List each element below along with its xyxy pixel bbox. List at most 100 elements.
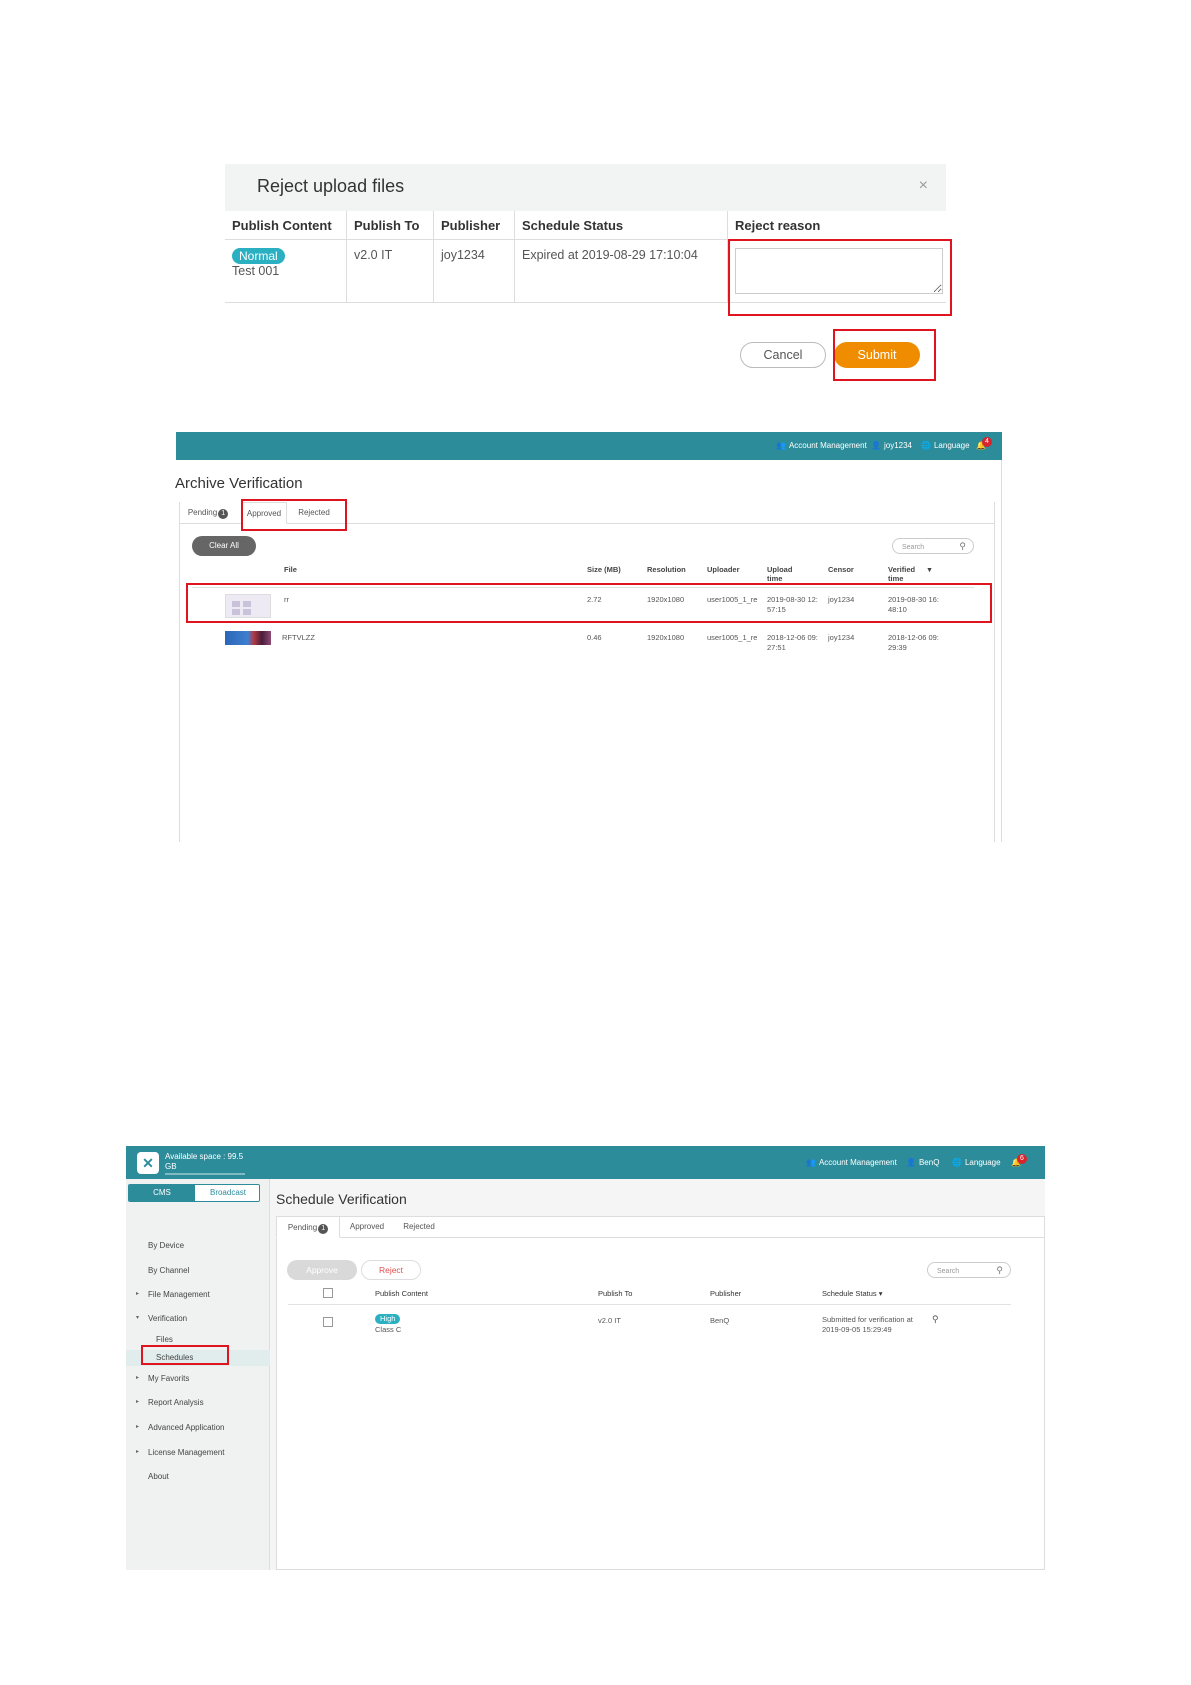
- header-divider: [192, 587, 974, 588]
- publisher-value: BenQ: [710, 1316, 730, 1325]
- archive-verification-panel: 👥 Account Management 👤 joy1234 🌐 Languag…: [175, 432, 1002, 842]
- content-frame: [179, 502, 995, 842]
- col-publish-content: Publish Content: [375, 1289, 428, 1298]
- col-verified-time[interactable]: Verified ▾ time: [888, 565, 931, 583]
- col-publisher: Publisher: [710, 1289, 742, 1298]
- file-thumbnail: [225, 631, 271, 645]
- user-icon: 👤: [871, 441, 881, 450]
- account-management-link[interactable]: 👥 Account Management: [776, 441, 867, 450]
- file-size: 2.72: [587, 595, 602, 604]
- file-name: rr: [284, 595, 289, 604]
- tab-approved[interactable]: Approved: [342, 1216, 392, 1238]
- tab-pending[interactable]: Pending 1: [179, 502, 237, 524]
- caret-right-icon: ▸: [136, 1424, 140, 1430]
- clear-all-button[interactable]: Clear All: [192, 536, 256, 556]
- space-bar: [165, 1173, 245, 1175]
- caret-right-icon: ▸: [136, 1291, 140, 1297]
- reject-button[interactable]: Reject: [361, 1260, 421, 1280]
- row-checkbox[interactable]: [323, 1317, 333, 1327]
- dialog-title: Reject upload files: [257, 176, 405, 196]
- header-publish-to: Publish To: [354, 218, 420, 233]
- cms-tab[interactable]: CMS: [129, 1185, 195, 1201]
- nav-my-favorits[interactable]: ▸ My Favorits: [136, 1374, 189, 1383]
- language-menu[interactable]: 🌐 Language: [952, 1158, 1001, 1167]
- page-title: Archive Verification: [175, 475, 303, 492]
- header-publish-content: Publish Content: [232, 218, 332, 233]
- schedule-status-value: Expired at 2019-08-29 17:10:04: [522, 248, 698, 262]
- header-divider: [288, 1304, 1011, 1305]
- nav-report-analysis[interactable]: ▸ Report Analysis: [136, 1398, 204, 1407]
- select-all-checkbox[interactable]: [323, 1288, 333, 1298]
- col-schedule-status: Schedule Status Expired at 2019-08-29 17…: [515, 211, 728, 303]
- verified-time: 2019-08-30 16: 48:10: [888, 595, 939, 614]
- notification-count: 6: [1017, 1154, 1027, 1164]
- file-uploader: user1005_1_re: [707, 633, 758, 642]
- nav-about[interactable]: About: [148, 1472, 169, 1481]
- nav-license-management[interactable]: ▸ License Management: [136, 1448, 225, 1457]
- available-space: Available space : 99.5 GB: [165, 1152, 244, 1171]
- search-icon: ⚲: [996, 1265, 1003, 1275]
- verified-time: 2018-12-06 09: 29:39: [888, 633, 939, 652]
- col-uploader: Uploader: [707, 565, 740, 574]
- col-publish-content: Publish Content Normal Test 001: [225, 211, 347, 303]
- search-icon: ⚲: [959, 541, 966, 551]
- tab-approved[interactable]: Approved: [241, 502, 287, 524]
- file-resolution: 1920x1080: [647, 595, 685, 604]
- broadcast-tab[interactable]: Broadcast: [195, 1185, 259, 1201]
- language-menu[interactable]: 🌐 Language: [921, 441, 970, 450]
- search-input[interactable]: Search ⚲: [892, 538, 974, 554]
- dialog-header: Reject upload files ×: [225, 164, 946, 211]
- globe-icon: 🌐: [952, 1158, 962, 1167]
- file-name: RFTVLZZ: [282, 633, 315, 642]
- censor-name: joy1234: [828, 633, 855, 642]
- header-schedule-status: Schedule Status: [522, 218, 624, 233]
- top-bar: ✕ Available space : 99.5 GB 👥 Account Man…: [126, 1146, 1045, 1179]
- reject-reason-input[interactable]: [735, 248, 943, 294]
- close-icon[interactable]: ×: [919, 177, 928, 195]
- nav-by-channel[interactable]: By Channel: [148, 1266, 189, 1275]
- pending-count: 1: [318, 1224, 329, 1234]
- notification-bell[interactable]: 🔔 6: [1011, 1154, 1027, 1167]
- content-name: Class C: [375, 1325, 402, 1334]
- publish-to-value: v2.0 IT: [354, 248, 393, 262]
- tab-pending[interactable]: Pending 1: [276, 1216, 340, 1238]
- cancel-button[interactable]: Cancel: [740, 342, 826, 368]
- file-size: 0.46: [587, 633, 602, 642]
- sort-down-icon: ▾: [878, 1289, 883, 1298]
- nav-file-management[interactable]: ▸ File Management: [136, 1290, 210, 1299]
- notification-count: 4: [982, 437, 992, 447]
- upload-time: 2018-12-06 09: 27:51: [767, 633, 818, 652]
- nav-schedules[interactable]: Schedules: [156, 1353, 193, 1362]
- user-menu[interactable]: 👤 BenQ: [906, 1158, 939, 1167]
- nav-by-device[interactable]: By Device: [148, 1241, 184, 1250]
- censor-name: joy1234: [828, 595, 855, 604]
- search-input[interactable]: Search ⚲: [927, 1262, 1011, 1278]
- approve-button[interactable]: Approve: [287, 1260, 357, 1280]
- cms-broadcast-toggle[interactable]: CMS Broadcast: [128, 1184, 260, 1202]
- tab-rejected[interactable]: Rejected: [394, 1216, 444, 1238]
- tab-rejected[interactable]: Rejected: [289, 502, 339, 524]
- account-management-link[interactable]: 👥 Account Management: [806, 1158, 897, 1167]
- page-title: Schedule Verification: [276, 1191, 407, 1207]
- schedule-verification-panel: ✕ Available space : 99.5 GB 👥 Account Man…: [126, 1146, 1045, 1570]
- col-schedule-status[interactable]: Schedule Status ▾: [822, 1289, 882, 1298]
- caret-right-icon: ▸: [136, 1375, 140, 1381]
- content-name: Test 001: [232, 264, 280, 278]
- user-menu[interactable]: 👤 joy1234: [871, 441, 912, 450]
- nav-advanced-application[interactable]: ▸ Advanced Application: [136, 1423, 225, 1432]
- nav-verification[interactable]: ▾ Verification: [136, 1314, 187, 1323]
- pending-count: 1: [218, 509, 229, 519]
- col-upload-time: Upload time: [767, 565, 793, 583]
- users-icon: 👥: [806, 1158, 816, 1167]
- nav-selected-bg: [126, 1350, 270, 1366]
- submit-button[interactable]: Submit: [834, 342, 920, 368]
- notification-bell[interactable]: 🔔 4: [976, 437, 992, 450]
- row-divider: [192, 622, 974, 623]
- file-resolution: 1920x1080: [647, 633, 685, 642]
- view-detail-icon[interactable]: ⚲: [932, 1314, 939, 1324]
- publisher-value: joy1234: [441, 248, 485, 262]
- nav-files[interactable]: Files: [156, 1335, 173, 1344]
- upload-time: 2019-08-30 12: 57:15: [767, 595, 818, 614]
- file-thumbnail: [225, 594, 271, 618]
- sidebar: CMS Broadcast By Device By Channel ▸ File…: [126, 1179, 270, 1570]
